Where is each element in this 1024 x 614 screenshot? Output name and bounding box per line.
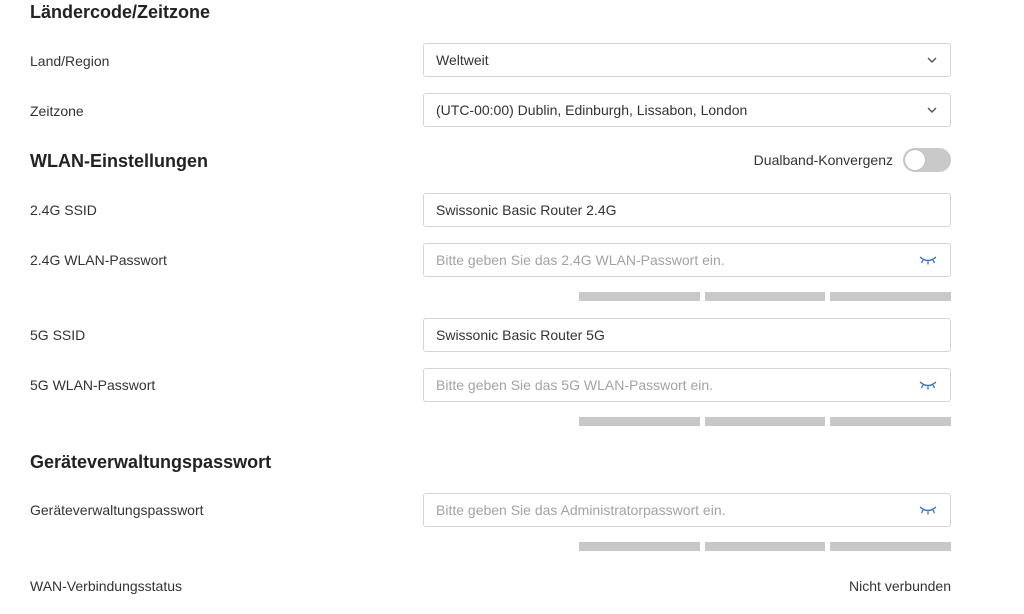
pw5-label: 5G WLAN-Passwort — [30, 377, 156, 393]
timezone-value: (UTC-00:00) Dublin, Edinburgh, Lissabon,… — [436, 102, 748, 118]
strength-bar — [704, 542, 826, 551]
timezone-select[interactable]: (UTC-00:00) Dublin, Edinburgh, Lissabon,… — [423, 93, 951, 127]
strength-bar — [579, 417, 700, 426]
pw24-label: 2.4G WLAN-Passwort — [30, 252, 167, 268]
dualband-label: Dualband-Konvergenz — [753, 152, 893, 168]
region-select[interactable]: Weltweit — [423, 43, 951, 77]
strength-bar — [830, 542, 952, 551]
pw5-input[interactable]: Bitte geben Sie das 5G WLAN-Passwort ein… — [423, 368, 951, 402]
wan-status-value: Nicht verbunden — [849, 578, 951, 594]
chevron-down-icon — [926, 104, 938, 116]
admin-section-title: Geräteverwaltungspasswort — [30, 452, 272, 472]
eye-closed-icon[interactable] — [918, 253, 938, 267]
admin-pw-input[interactable]: Bitte geben Sie das Administratorpasswor… — [423, 493, 951, 527]
ssid24-input[interactable]: Swissonic Basic Router 2.4G — [423, 193, 951, 227]
eye-closed-icon[interactable] — [918, 378, 938, 392]
pw24-input[interactable]: Bitte geben Sie das 2.4G WLAN-Passwort e… — [423, 243, 951, 277]
pw24-strength-meter — [579, 292, 952, 301]
toggle-knob — [905, 150, 925, 170]
region-label: Land/Region — [30, 53, 110, 69]
wan-status-label: WAN-Verbindungsstatus — [30, 578, 182, 594]
region-value: Weltweit — [436, 52, 489, 68]
timezone-label: Zeitzone — [30, 103, 84, 119]
strength-bar — [579, 292, 700, 301]
strength-bar — [704, 292, 826, 301]
admin-pw-placeholder: Bitte geben Sie das Administratorpasswor… — [436, 502, 726, 518]
strength-bar — [830, 417, 952, 426]
eye-closed-icon[interactable] — [918, 503, 938, 517]
ssid5-label: 5G SSID — [30, 327, 86, 343]
pw5-strength-meter — [579, 417, 952, 426]
admin-pw-strength-meter — [579, 542, 952, 551]
admin-pw-label: Geräteverwaltungspasswort — [30, 502, 204, 518]
chevron-down-icon — [926, 54, 938, 66]
ssid24-label: 2.4G SSID — [30, 202, 97, 218]
pw5-placeholder: Bitte geben Sie das 5G WLAN-Passwort ein… — [436, 377, 714, 393]
dualband-toggle[interactable] — [903, 148, 951, 172]
ssid24-value: Swissonic Basic Router 2.4G — [436, 202, 617, 218]
ssid5-input[interactable]: Swissonic Basic Router 5G — [423, 318, 951, 352]
wlan-section-title: WLAN-Einstellungen — [30, 151, 208, 171]
dualband-control: Dualband-Konvergenz — [754, 148, 951, 172]
strength-bar — [579, 542, 700, 551]
country-section-title: Ländercode/Zeitzone — [30, 2, 211, 22]
pw24-placeholder: Bitte geben Sie das 2.4G WLAN-Passwort e… — [436, 252, 725, 268]
strength-bar — [704, 417, 826, 426]
strength-bar — [830, 292, 952, 301]
ssid5-value: Swissonic Basic Router 5G — [436, 327, 605, 343]
